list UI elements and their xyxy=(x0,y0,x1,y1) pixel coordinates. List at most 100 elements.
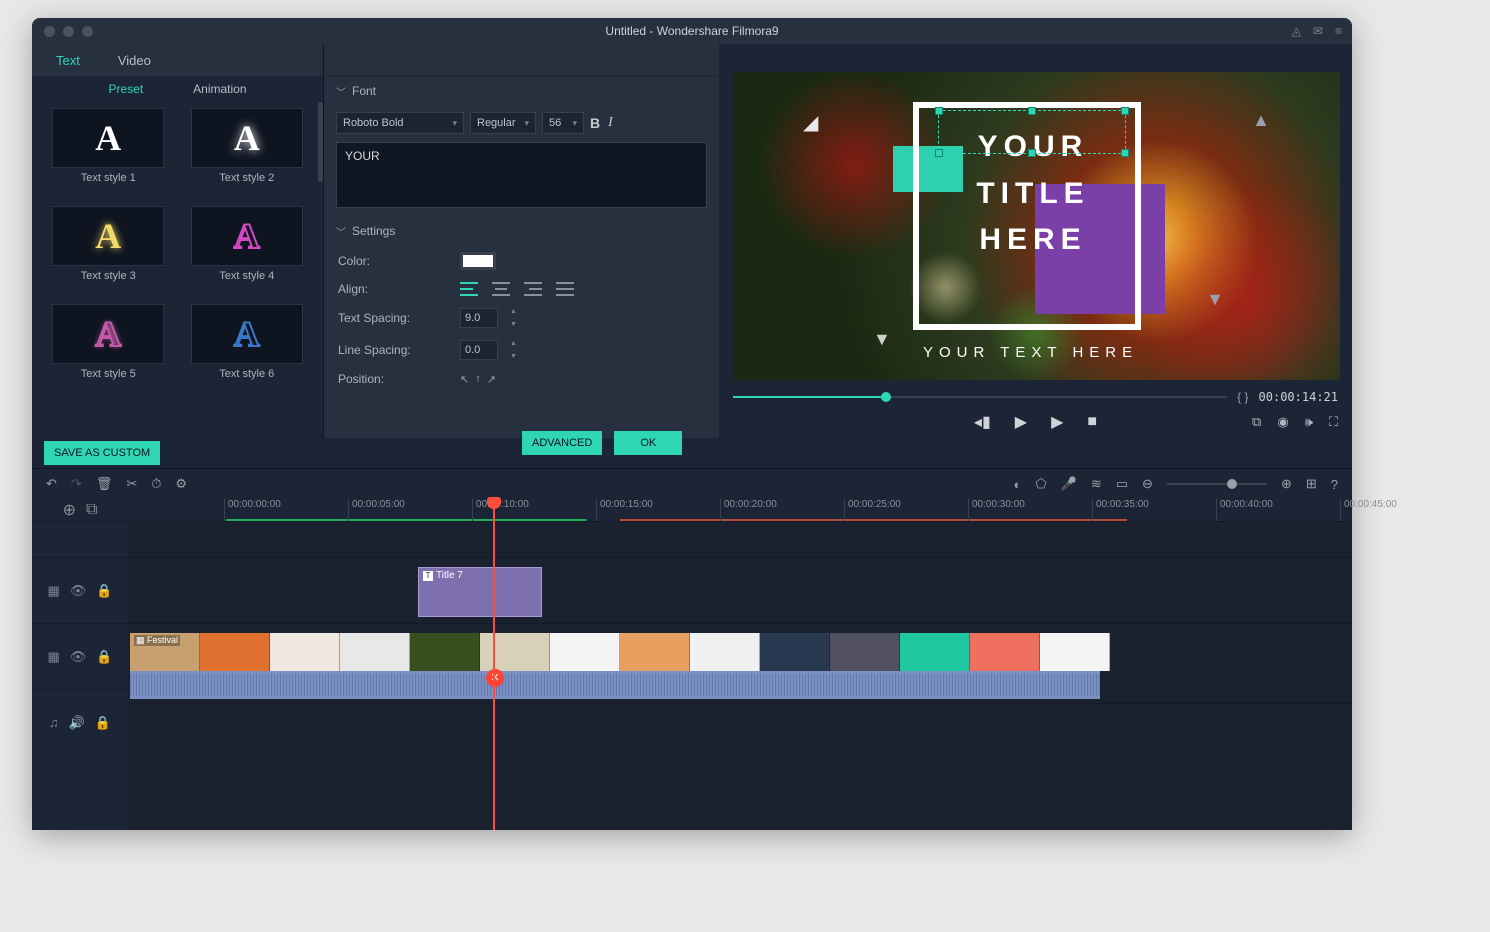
marker-button[interactable]: ⬠ xyxy=(1035,476,1046,492)
resize-handle[interactable] xyxy=(1028,149,1036,157)
lock-icon[interactable]: 🔒 xyxy=(96,583,112,599)
preset-label: Text style 2 xyxy=(219,172,274,184)
spinner-down-icon[interactable]: ▼ xyxy=(510,353,520,360)
redo-button[interactable]: ↷ xyxy=(71,476,82,492)
bold-button[interactable]: B xyxy=(590,115,600,131)
resize-handle[interactable] xyxy=(935,149,943,157)
preset-item[interactable]: AText style 3 xyxy=(42,206,175,298)
add-track-icon[interactable]: ⊕ xyxy=(63,500,76,520)
tab-video[interactable]: Video xyxy=(118,53,151,68)
playhead[interactable] xyxy=(493,499,495,830)
play-button[interactable]: ▶ xyxy=(1015,412,1027,432)
line-spacing-input[interactable] xyxy=(460,340,498,360)
preview-progress-bar[interactable] xyxy=(733,396,1227,398)
align-left-button[interactable] xyxy=(460,282,478,296)
audio-waveform[interactable] xyxy=(130,671,1100,699)
subtitle-text[interactable]: YOUR TEXT HERE xyxy=(923,344,1138,361)
speed-button[interactable]: ⏱ xyxy=(151,476,161,492)
preset-item[interactable]: AText style 1 xyxy=(42,108,175,200)
crop-button[interactable]: ▭ xyxy=(1116,476,1128,492)
zoom-out-button[interactable]: ⊖ xyxy=(1142,476,1153,492)
advanced-button[interactable]: ADVANCED xyxy=(522,431,602,455)
spinner-up-icon[interactable]: ▲ xyxy=(510,308,520,315)
align-right-button[interactable] xyxy=(524,282,542,296)
prev-frame-button[interactable]: ◂▮ xyxy=(974,412,991,432)
ruler-tick: 00:00:15:00 xyxy=(596,499,653,521)
minimize-window-icon[interactable] xyxy=(63,26,74,37)
text-content-input[interactable]: YOUR xyxy=(336,142,707,208)
mute-icon[interactable]: 🔊 xyxy=(69,715,85,731)
zoom-in-button[interactable]: ⊕ xyxy=(1281,476,1292,492)
adjust-button[interactable]: ⚙ xyxy=(175,476,187,492)
chevron-down-icon: ▾ xyxy=(524,118,529,129)
font-section-toggle[interactable]: ﹀ Font xyxy=(324,76,719,106)
subtab-preset[interactable]: Preset xyxy=(108,82,143,96)
preset-item[interactable]: AText style 2 xyxy=(181,108,314,200)
visibility-icon[interactable]: 👁 xyxy=(70,649,87,665)
loop-marker[interactable]: { } xyxy=(1237,390,1248,404)
error-marker-icon[interactable]: ✕ xyxy=(486,669,504,687)
video-clip[interactable]: ▦ Festival xyxy=(130,633,1110,671)
snapshot-icon[interactable]: ◉ xyxy=(1277,414,1288,430)
maximize-window-icon[interactable] xyxy=(82,26,93,37)
title-clip[interactable]: TTitle 7 xyxy=(418,567,542,617)
preview-canvas[interactable]: YOUR TITLE HERE YOUR TEXT HERE ◢ ▲ ▼ ▼ xyxy=(733,72,1340,380)
selection-box[interactable] xyxy=(938,110,1126,154)
align-center-button[interactable] xyxy=(492,282,510,296)
fullscreen-icon[interactable]: ⛶ xyxy=(1329,414,1338,430)
voiceover-button[interactable]: 🎤 xyxy=(1061,476,1077,492)
ok-button[interactable]: OK xyxy=(614,431,682,455)
mixer-button[interactable]: ≋ xyxy=(1091,476,1102,492)
stop-button[interactable]: ■ xyxy=(1087,413,1097,431)
position-t-button[interactable]: ↑ xyxy=(475,373,481,386)
account-icon[interactable]: ◬ xyxy=(1292,24,1301,38)
settings-section-label: Settings xyxy=(352,224,395,238)
timeline-ruler[interactable]: 00:00:00:0000:00:05:0000:00:10:0000:00:1… xyxy=(224,499,1352,521)
ruler-tick: 00:00:00:00 xyxy=(224,499,281,521)
visibility-icon[interactable]: 👁 xyxy=(70,583,87,599)
position-tr-button[interactable]: ↗ xyxy=(487,373,496,386)
progress-knob[interactable] xyxy=(881,392,891,402)
menu-icon[interactable]: ≡ xyxy=(1335,24,1342,38)
settings-section-toggle[interactable]: ﹀ Settings xyxy=(324,216,719,246)
link-icon[interactable]: ⧉ xyxy=(86,501,97,519)
font-family-dropdown[interactable]: Roboto Bold▾ xyxy=(336,112,464,134)
font-weight-dropdown[interactable]: Regular▾ xyxy=(470,112,536,134)
marker-icon: ◢ xyxy=(803,110,818,135)
preset-item[interactable]: AText style 5 xyxy=(42,304,175,396)
message-icon[interactable]: ✉ xyxy=(1313,24,1323,38)
save-as-custom-button[interactable]: SAVE AS CUSTOM xyxy=(44,441,160,465)
ruler-tick: 00:00:35:00 xyxy=(1092,499,1149,521)
zoom-slider[interactable] xyxy=(1167,483,1267,485)
resize-handle[interactable] xyxy=(1121,149,1129,157)
italic-button[interactable]: I xyxy=(608,115,613,131)
font-size-dropdown[interactable]: 56▾ xyxy=(542,112,584,134)
track-manager-button[interactable]: ⊞ xyxy=(1306,476,1317,492)
delete-button[interactable]: 🗑 xyxy=(96,476,113,492)
color-swatch[interactable] xyxy=(460,252,496,270)
spinner-down-icon[interactable]: ▼ xyxy=(510,321,520,328)
resize-handle[interactable] xyxy=(1121,107,1129,115)
spinner-up-icon[interactable]: ▲ xyxy=(510,340,520,347)
subtab-animation[interactable]: Animation xyxy=(193,82,246,96)
lock-icon[interactable]: 🔒 xyxy=(95,715,111,731)
text-spacing-input[interactable] xyxy=(460,308,498,328)
tab-text[interactable]: Text xyxy=(56,53,80,68)
help-button[interactable]: ? xyxy=(1331,477,1338,492)
lock-icon[interactable]: 🔒 xyxy=(96,649,112,665)
split-button[interactable]: ✂ xyxy=(126,476,137,492)
volume-icon[interactable]: 🕪 xyxy=(1305,414,1313,430)
quality-icon[interactable]: ⧉ xyxy=(1252,414,1261,430)
next-frame-button[interactable]: ▶ xyxy=(1051,412,1063,432)
resize-handle[interactable] xyxy=(935,107,943,115)
preset-item[interactable]: AText style 6 xyxy=(181,304,314,396)
render-button[interactable]: ◐ xyxy=(1013,477,1021,492)
close-window-icon[interactable] xyxy=(44,26,55,37)
align-justify-button[interactable] xyxy=(556,282,574,296)
undo-button[interactable]: ↶ xyxy=(46,476,57,492)
resize-handle[interactable] xyxy=(1028,107,1036,115)
preset-item[interactable]: AText style 4 xyxy=(181,206,314,298)
position-tl-button[interactable]: ↖ xyxy=(460,373,469,386)
ruler-tick: 00:00:05:00 xyxy=(348,499,405,521)
timeline-track-area[interactable]: TTitle 7 ▦ Festival ✕ xyxy=(128,521,1352,830)
